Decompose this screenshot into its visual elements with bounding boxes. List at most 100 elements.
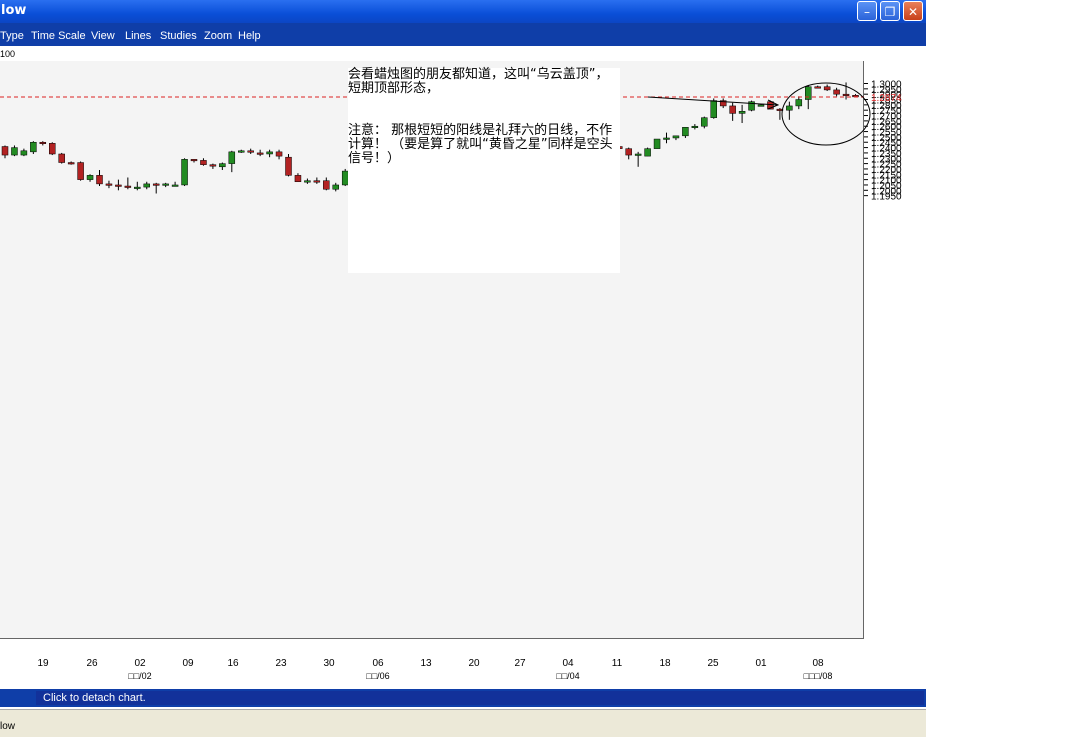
x-day-label: 11 — [612, 658, 623, 669]
close-button[interactable]: ✕ — [903, 1, 923, 21]
y-tick-label: 1.1950 — [871, 192, 902, 203]
candle-body — [171, 184, 179, 187]
candle — [86, 174, 94, 182]
x-day-label: 01 — [755, 658, 767, 669]
x-day-label: 04 — [562, 658, 574, 669]
candle — [691, 124, 699, 130]
candle — [332, 182, 339, 192]
candle — [238, 149, 245, 153]
candle — [49, 142, 56, 156]
candle-body — [710, 100, 717, 118]
candle — [152, 182, 160, 194]
candle — [275, 149, 283, 160]
candle-body — [644, 148, 651, 157]
candle-body — [266, 151, 273, 155]
x-day-label: 16 — [227, 658, 239, 669]
candle-body — [738, 111, 746, 114]
candle-body — [691, 125, 699, 128]
candle-body — [795, 99, 803, 107]
candle — [634, 151, 642, 167]
annotation-note: 会看蜡烛图的朋友都知道，这叫“乌云盖顶”， 短期顶部形态， 注意： 那根短短的阳… — [348, 68, 620, 273]
candle — [162, 182, 169, 188]
window-titlebar: low – ❐ ✕ — [0, 0, 926, 23]
x-day-label: 27 — [514, 658, 526, 669]
minimize-button[interactable]: – — [857, 1, 877, 21]
menu-studies[interactable]: Studies — [160, 30, 197, 42]
candle-body — [256, 152, 264, 155]
candle-body — [105, 183, 113, 186]
candle-body — [275, 151, 283, 157]
candle-body — [757, 104, 765, 107]
x-day-label: 26 — [86, 658, 98, 669]
candle-body — [313, 180, 321, 183]
candle-body — [209, 164, 217, 167]
menu-help[interactable]: Help — [238, 30, 261, 42]
candle — [77, 161, 84, 181]
candle — [1, 145, 9, 159]
candle — [625, 147, 632, 160]
menu-lines[interactable]: Lines — [125, 30, 151, 42]
x-month-label: □□/04 — [556, 671, 579, 681]
candle-body — [842, 93, 850, 96]
x-day-label: 09 — [182, 658, 194, 669]
taskbar-label[interactable]: low — [0, 721, 15, 732]
candle — [30, 141, 37, 154]
restore-button[interactable]: ❐ — [880, 1, 900, 21]
menu-view[interactable]: View — [91, 30, 115, 42]
candle-body — [30, 141, 37, 153]
menu-bar: Type Time Scale View Lines Studies Zoom … — [0, 23, 926, 46]
candle-body — [115, 184, 122, 187]
candle-body — [294, 175, 302, 183]
candle — [39, 141, 47, 146]
candle — [795, 96, 803, 110]
candle — [738, 104, 746, 124]
detach-chart-link[interactable]: Click to detach chart. — [36, 691, 924, 705]
candle-body — [786, 105, 793, 111]
candle — [701, 116, 708, 129]
candle — [672, 135, 680, 141]
candle — [786, 101, 793, 120]
menu-time-scale[interactable]: Time Scale — [31, 30, 86, 42]
candle-body — [653, 138, 661, 149]
highlight-ellipse — [781, 82, 871, 146]
menu-zoom[interactable]: Zoom — [204, 30, 232, 42]
candle — [58, 152, 65, 164]
x-day-label: 06 — [372, 658, 384, 669]
candle — [228, 150, 236, 173]
x-day-label: 02 — [134, 658, 146, 669]
candle — [20, 148, 28, 157]
candle-body — [238, 150, 245, 153]
menu-type[interactable]: Type — [0, 30, 24, 42]
candle-body — [96, 175, 103, 185]
candle — [814, 85, 821, 89]
x-day-label: 25 — [707, 658, 719, 669]
x-month-label: □□/06 — [366, 671, 389, 681]
candle — [209, 163, 217, 169]
candle — [190, 159, 198, 163]
x-month-label: □□□/08 — [804, 671, 833, 681]
candle-body — [162, 183, 169, 186]
candle-body — [332, 184, 339, 190]
candle — [200, 158, 207, 166]
candle-body — [682, 127, 689, 137]
note-line-2: 注意： 那根短短的阳线是礼拜六的日线，不作计算！ （要是算了就叫“黄昏之星”同样… — [348, 123, 613, 166]
candle-body — [304, 180, 311, 183]
candle-body — [181, 159, 188, 186]
candle — [304, 178, 311, 184]
x-day-label: 30 — [323, 658, 335, 669]
x-day-label: 08 — [812, 658, 824, 669]
candle-body — [833, 89, 840, 95]
candle — [181, 158, 188, 187]
candle-body — [634, 153, 642, 156]
candle-body — [247, 150, 254, 153]
candle-body — [805, 86, 812, 100]
candle-body — [663, 137, 670, 140]
candle-body — [672, 135, 680, 139]
candle — [96, 170, 103, 187]
candle-body — [823, 86, 831, 91]
candle — [682, 127, 689, 138]
candle-body — [86, 175, 94, 180]
candle — [823, 84, 831, 91]
x-day-label: 19 — [37, 658, 49, 669]
candle-body — [228, 151, 236, 164]
